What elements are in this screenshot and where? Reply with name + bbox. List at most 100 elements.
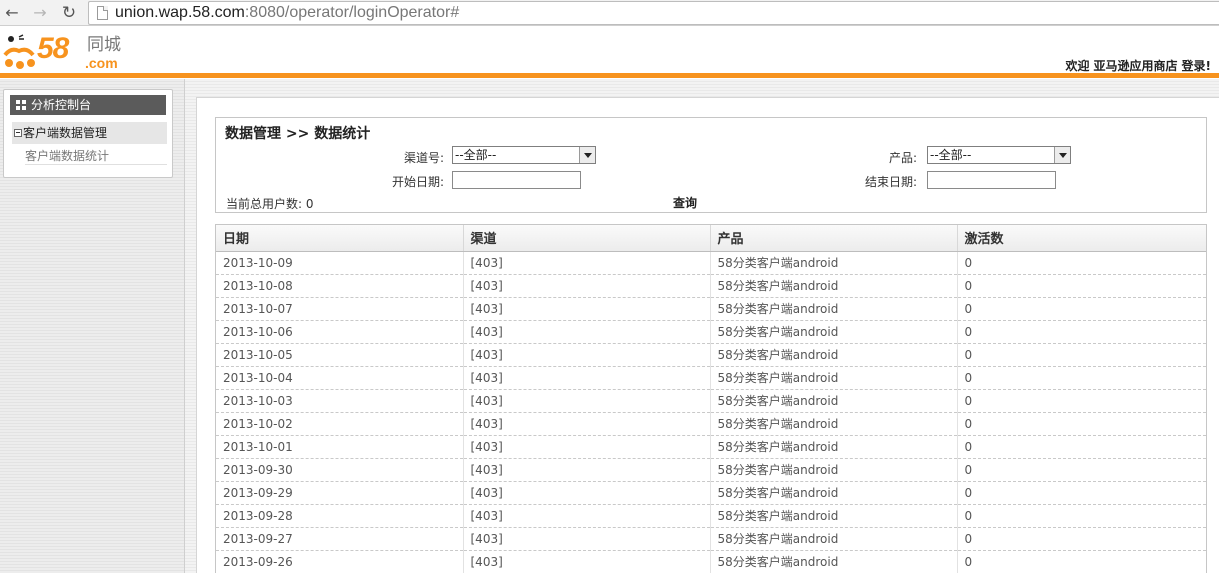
site-header: 58 同城 .com 欢迎 亚马逊应用商店 登录!	[0, 27, 1219, 73]
product-select[interactable]: --全部--	[927, 146, 1071, 164]
table-row: 2013-10-01 [403] 58分类客户端android 0	[216, 435, 1206, 459]
cell-channel: [403]	[463, 435, 711, 459]
cell-date: 2013-10-07	[216, 297, 464, 321]
channel-label: 渠道号:	[403, 151, 444, 165]
sidebar-panel: 分析控制台 客户端数据管理 客户端数据统计	[3, 89, 173, 178]
product-select-value: --全部--	[930, 148, 972, 162]
cell-activations: 0	[957, 504, 1206, 528]
query-button[interactable]: 查询	[673, 194, 697, 211]
cell-channel: [403]	[463, 458, 711, 482]
login-link[interactable]: 登录!	[1182, 59, 1211, 73]
cell-activations: 0	[957, 297, 1206, 321]
reload-icon[interactable]: ↻	[59, 3, 79, 23]
cell-activations: 0	[957, 343, 1206, 367]
cell-product: 58分类客户端android	[710, 366, 958, 390]
cell-channel: [403]	[463, 481, 711, 505]
cell-date: 2013-10-01	[216, 435, 464, 459]
cell-channel: [403]	[463, 297, 711, 321]
cell-channel: [403]	[463, 389, 711, 413]
cell-channel: [403]	[463, 366, 711, 390]
cell-date: 2013-10-03	[216, 389, 464, 413]
column-header-product: 产品	[710, 225, 958, 252]
cell-activations: 0	[957, 251, 1206, 275]
cell-channel: [403]	[463, 251, 711, 275]
cell-activations: 0	[957, 412, 1206, 436]
cell-date: 2013-09-27	[216, 527, 464, 551]
cell-date: 2013-09-29	[216, 481, 464, 505]
end-date-input[interactable]	[927, 171, 1056, 189]
cell-product: 58分类客户端android	[710, 412, 958, 436]
table-row: 2013-10-08 [403] 58分类客户端android 0	[216, 274, 1206, 298]
cell-product: 58分类客户端android	[710, 297, 958, 321]
column-header-date: 日期	[216, 225, 464, 252]
cell-date: 2013-10-04	[216, 366, 464, 390]
site-logo[interactable]: 58 同城 .com	[3, 33, 133, 73]
product-label: 产品:	[888, 151, 917, 165]
user-name: 亚马逊应用商店	[1093, 59, 1178, 73]
table-row: 2013-09-28 [403] 58分类客户端android 0	[216, 504, 1206, 528]
cell-date: 2013-10-06	[216, 320, 464, 344]
total-users-value: 0	[305, 197, 314, 211]
sidebar-item-client-stats[interactable]: 客户端数据统计	[25, 147, 167, 165]
cell-channel: [403]	[463, 527, 711, 551]
welcome-text: 欢迎	[1065, 59, 1090, 73]
start-date-input[interactable]	[452, 171, 581, 189]
table-row: 2013-09-26 [403] 58分类客户端android 0	[216, 550, 1206, 573]
cell-activations: 0	[957, 366, 1206, 390]
browser-toolbar: ← → ↻ union.wap.58.com:8080/operator/log…	[0, 0, 1219, 26]
dropdown-arrow-icon[interactable]	[579, 147, 595, 163]
total-users: 当前总用户数: 0	[226, 195, 314, 212]
table-row: 2013-10-02 [403] 58分类客户端android 0	[216, 412, 1206, 436]
cell-product: 58分类客户端android	[710, 550, 958, 573]
mascot-logo-icon	[3, 34, 35, 69]
cell-date: 2013-10-08	[216, 274, 464, 298]
cell-date: 2013-10-02	[216, 412, 464, 436]
end-date-label: 结束日期:	[864, 175, 917, 189]
cell-channel: [403]	[463, 504, 711, 528]
column-header-activations: 激活数	[957, 225, 1206, 252]
cell-product: 58分类客户端android	[710, 274, 958, 298]
total-users-label: 当前总用户数:	[226, 197, 303, 211]
dropdown-arrow-icon[interactable]	[1054, 147, 1070, 163]
cell-date: 2013-09-26	[216, 550, 464, 573]
cell-activations: 0	[957, 435, 1206, 459]
cell-date: 2013-10-09	[216, 251, 464, 275]
address-bar[interactable]: union.wap.58.com:8080/operator/loginOper…	[88, 1, 1219, 25]
sidebar-group-client-data[interactable]: 客户端数据管理	[12, 122, 167, 144]
cell-product: 58分类客户端android	[710, 320, 958, 344]
breadcrumb: 数据管理 >> 数据统计	[225, 126, 371, 142]
cell-product: 58分类客户端android	[710, 343, 958, 367]
column-header-channel: 渠道	[463, 225, 711, 252]
page-icon	[97, 6, 108, 20]
channel-select[interactable]: --全部--	[452, 146, 596, 164]
search-form: 数据管理 >> 数据统计 渠道号: --全部-- 产品: --全部-- 开始日期…	[215, 117, 1207, 213]
cell-activations: 0	[957, 320, 1206, 344]
cell-activations: 0	[957, 274, 1206, 298]
cell-product: 58分类客户端android	[710, 251, 958, 275]
logo-number: 58	[37, 32, 69, 65]
stats-table: 日期 渠道 产品 激活数 2013-10-09 [403] 58分类客户端andro…	[215, 224, 1207, 573]
logo-chinese: 同城	[87, 35, 121, 55]
logo-com: .com	[85, 55, 118, 71]
url-path: :8080/operator/loginOperator#	[244, 4, 460, 21]
main-divider	[184, 79, 185, 573]
sidebar-title[interactable]: 分析控制台	[10, 95, 166, 115]
minus-box-icon[interactable]	[14, 129, 22, 137]
cell-date: 2013-09-30	[216, 458, 464, 482]
url-host: union.wap.58.com	[115, 4, 245, 21]
table-row: 2013-10-05 [403] 58分类客户端android 0	[216, 343, 1206, 367]
start-date-label: 开始日期:	[391, 175, 444, 189]
cell-channel: [403]	[463, 274, 711, 298]
header-divider	[0, 73, 1219, 78]
table-row: 2013-10-04 [403] 58分类客户端android 0	[216, 366, 1206, 390]
table-header-row: 日期 渠道 产品 激活数	[216, 225, 1206, 252]
sidebar-title-label: 分析控制台	[31, 98, 92, 112]
cell-activations: 0	[957, 527, 1206, 551]
table-row: 2013-10-07 [403] 58分类客户端android 0	[216, 297, 1206, 321]
back-arrow-icon[interactable]: ←	[2, 3, 22, 23]
cell-date: 2013-09-28	[216, 504, 464, 528]
table-row: 2013-09-29 [403] 58分类客户端android 0	[216, 481, 1206, 505]
sidebar-group-label: 客户端数据管理	[23, 126, 108, 140]
forward-arrow-icon[interactable]: →	[30, 3, 50, 23]
cell-product: 58分类客户端android	[710, 458, 958, 482]
